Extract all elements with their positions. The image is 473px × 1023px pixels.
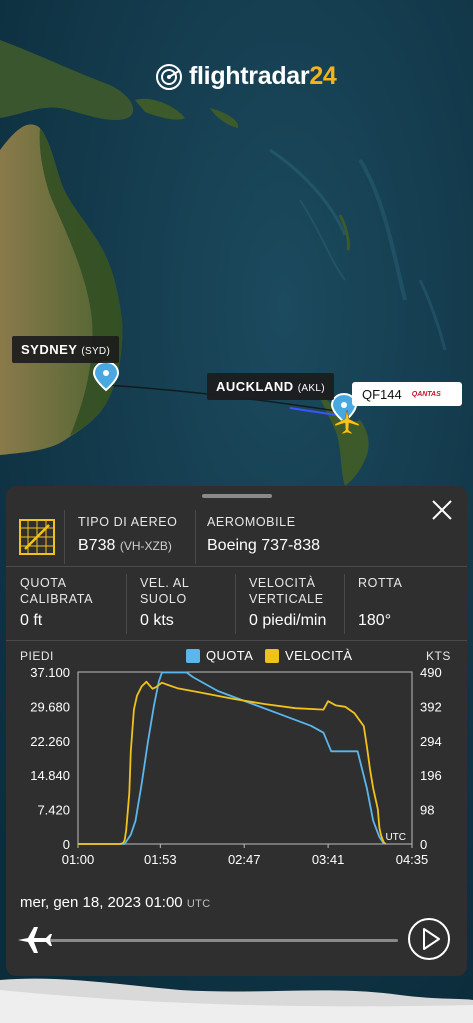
y-right-tick-label: 294 [420,734,442,749]
x-tick-label: 01:00 [62,852,95,867]
playback-slider[interactable] [26,939,398,942]
y-left-tick-label: 0 [63,837,70,852]
app-logo: flightradar24 [155,62,337,91]
flight-number: QF144 [362,386,402,402]
y-right-tick-label: 392 [420,699,442,714]
y-right-tick-label: 0 [420,837,427,852]
y-right-tick-label: 98 [420,803,434,818]
radar-icon [156,63,182,90]
y-left-tick-label: 14.840 [30,768,70,783]
timestamp: mer, gen 18, 2023 01:00 UTC [20,894,211,911]
plot-frame [77,671,413,845]
y-right-tick-label: 490 [420,665,442,680]
y-left-tick-label: 37.100 [30,665,70,680]
y-left-tick-label: 29.680 [30,699,70,714]
origin-label[interactable]: SYDNEY (SYD) [12,336,120,363]
x-tick-label: 02:47 [228,852,261,867]
airline-logo: QANTAS [411,390,441,398]
flight-info-panel: TIPO DI AEREO B738 (VH-XZB) AEROMOBILE B… [6,486,467,976]
play-button[interactable] [407,917,451,961]
flight-profile-chart[interactable]: 37.100 490 29.680 392 22.260 294 14.840 196 7.42… [6,486,467,886]
y-left-tick-label: 22.260 [30,734,70,749]
play-icon [423,928,440,950]
y-left-tick-label: 7.420 [37,803,70,818]
flight-tag[interactable]: QF144 QANTAS [352,382,462,406]
airplane-icon[interactable] [14,922,54,958]
x-tick-label: 03:41 [312,852,345,867]
chart-timezone-label: UTC [385,832,406,843]
speed-series-line [78,680,387,845]
x-tick-label: 01:53 [144,852,177,867]
y-right-tick-label: 196 [420,768,442,783]
x-tick-label: 04:35 [396,852,429,867]
destination-label[interactable]: AUCKLAND (AKL) [207,373,334,400]
logo-text: flightradar24 [189,62,337,90]
